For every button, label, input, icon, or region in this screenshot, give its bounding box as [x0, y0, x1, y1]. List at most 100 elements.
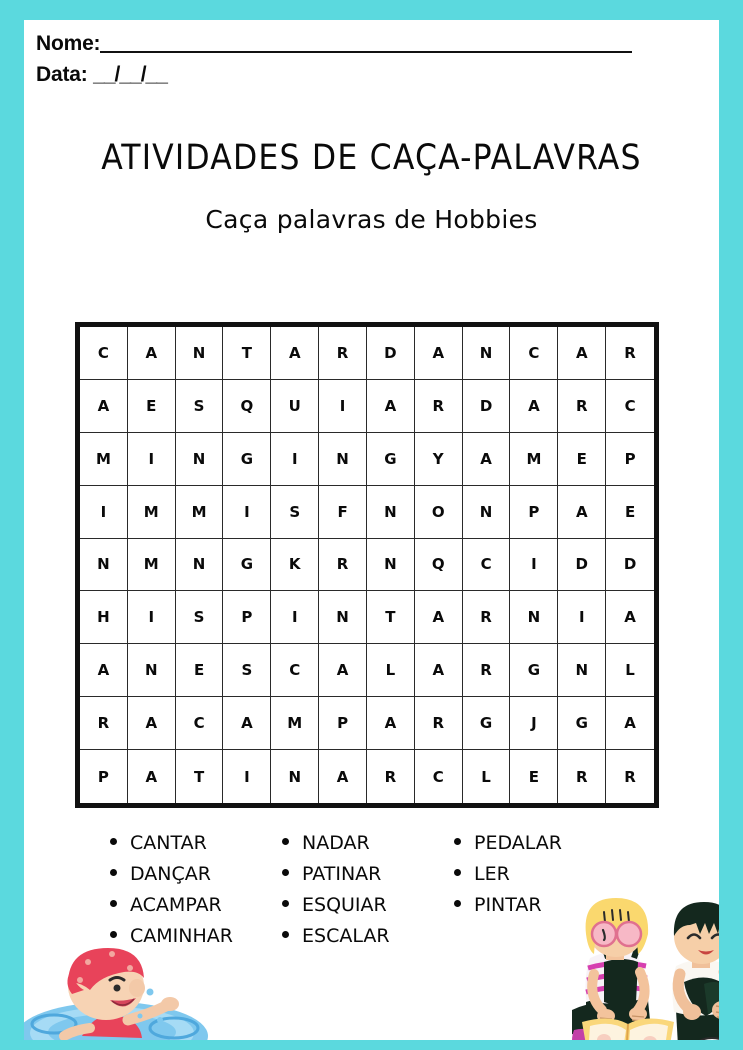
grid-cell-r4-c11[interactable]: A — [558, 485, 607, 539]
grid-cell-r9-c12[interactable]: R — [606, 750, 654, 803]
grid-cell-r1-c3[interactable]: N — [175, 327, 224, 380]
grid-cell-r7-c1[interactable]: A — [80, 644, 128, 698]
grid-cell-r5-c9[interactable]: C — [462, 538, 511, 592]
grid-cell-r8-c7[interactable]: A — [366, 697, 415, 751]
word-list-item[interactable]: ESQUIAR — [282, 894, 454, 925]
word-list-item[interactable]: LER — [454, 863, 626, 894]
grid-cell-r5-c11[interactable]: D — [558, 538, 607, 592]
grid-cell-r1-c11[interactable]: A — [558, 327, 607, 380]
grid-cell-r6-c9[interactable]: R — [462, 591, 511, 645]
grid-cell-r4-c7[interactable]: N — [366, 485, 415, 539]
word-list-item[interactable]: CANTAR — [110, 832, 282, 863]
grid-cell-r2-c8[interactable]: R — [414, 379, 463, 433]
grid-cell-r6-c4[interactable]: P — [223, 591, 272, 645]
grid-cell-r8-c8[interactable]: R — [414, 697, 463, 751]
grid-cell-r5-c1[interactable]: N — [80, 538, 128, 592]
grid-cell-r8-c5[interactable]: M — [271, 697, 320, 751]
grid-cell-r5-c4[interactable]: G — [223, 538, 272, 592]
grid-cell-r8-c2[interactable]: A — [127, 697, 176, 751]
grid-cell-r7-c7[interactable]: L — [366, 644, 415, 698]
grid-cell-r7-c12[interactable]: L — [606, 644, 654, 698]
grid-cell-r9-c7[interactable]: R — [367, 750, 415, 803]
grid-cell-r2-c11[interactable]: R — [558, 379, 607, 433]
grid-cell-r1-c9[interactable]: N — [462, 327, 511, 380]
grid-cell-r2-c7[interactable]: A — [366, 379, 415, 433]
grid-cell-r2-c10[interactable]: A — [510, 379, 559, 433]
grid-cell-r3-c12[interactable]: P — [606, 433, 654, 486]
grid-cell-r1-c10[interactable]: C — [510, 327, 559, 380]
grid-cell-r5-c3[interactable]: N — [175, 538, 224, 592]
grid-cell-r2-c4[interactable]: Q — [223, 379, 272, 433]
grid-cell-r4-c3[interactable]: M — [175, 485, 224, 539]
grid-cell-r6-c3[interactable]: S — [175, 591, 224, 645]
grid-cell-r3-c6[interactable]: N — [319, 432, 367, 486]
grid-cell-r8-c9[interactable]: G — [462, 697, 511, 751]
grid-cell-r8-c11[interactable]: G — [558, 697, 607, 751]
grid-cell-r2-c5[interactable]: U — [271, 379, 320, 433]
grid-cell-r9-c3[interactable]: T — [176, 750, 224, 803]
grid-cell-r3-c8[interactable]: Y — [414, 432, 463, 486]
grid-cell-r6-c5[interactable]: I — [271, 591, 320, 645]
grid-cell-r1-c5[interactable]: A — [271, 327, 320, 380]
grid-cell-r2-c9[interactable]: D — [462, 379, 511, 433]
grid-cell-r2-c12[interactable]: C — [606, 380, 654, 433]
grid-cell-r9-c6[interactable]: A — [319, 750, 367, 803]
date-blank[interactable]: __/__/__ — [93, 63, 168, 87]
word-list-item[interactable]: ESCALAR — [282, 925, 454, 956]
grid-cell-r6-c10[interactable]: N — [510, 591, 559, 645]
grid-cell-r8-c1[interactable]: R — [80, 697, 128, 751]
name-write-line[interactable] — [100, 51, 633, 53]
grid-cell-r4-c4[interactable]: I — [223, 485, 272, 539]
grid-cell-r1-c1[interactable]: C — [80, 327, 128, 380]
grid-cell-r7-c10[interactable]: G — [510, 644, 559, 698]
grid-cell-r9-c9[interactable]: L — [463, 750, 511, 803]
grid-cell-r9-c10[interactable]: E — [510, 750, 559, 803]
grid-cell-r4-c10[interactable]: P — [510, 485, 559, 539]
grid-cell-r4-c1[interactable]: I — [80, 485, 128, 539]
grid-cell-r5-c8[interactable]: Q — [414, 538, 463, 592]
grid-cell-r3-c7[interactable]: G — [366, 432, 415, 486]
grid-cell-r7-c8[interactable]: A — [414, 644, 463, 698]
grid-cell-r5-c2[interactable]: M — [127, 538, 176, 592]
grid-cell-r9-c5[interactable]: N — [271, 750, 320, 803]
grid-cell-r8-c3[interactable]: C — [175, 697, 224, 751]
grid-cell-r6-c11[interactable]: I — [558, 591, 607, 645]
grid-cell-r6-c2[interactable]: I — [127, 591, 176, 645]
grid-cell-r6-c1[interactable]: H — [80, 591, 128, 645]
grid-cell-r1-c6[interactable]: R — [319, 327, 367, 380]
grid-cell-r5-c10[interactable]: I — [510, 538, 559, 592]
grid-cell-r7-c4[interactable]: S — [223, 644, 272, 698]
grid-cell-r4-c9[interactable]: N — [462, 485, 511, 539]
word-list-item[interactable]: ACAMPAR — [110, 894, 282, 925]
word-list-item[interactable]: DANÇAR — [110, 863, 282, 894]
grid-cell-r2-c2[interactable]: E — [127, 379, 176, 433]
grid-cell-r6-c7[interactable]: T — [366, 591, 415, 645]
grid-cell-r6-c12[interactable]: A — [606, 591, 654, 645]
grid-cell-r9-c4[interactable]: I — [223, 750, 272, 803]
word-list-item[interactable]: NADAR — [282, 832, 454, 863]
grid-cell-r3-c2[interactable]: I — [127, 432, 176, 486]
grid-cell-r7-c9[interactable]: R — [462, 644, 511, 698]
grid-cell-r4-c6[interactable]: F — [319, 485, 367, 539]
grid-cell-r2-c6[interactable]: I — [319, 379, 367, 433]
grid-cell-r3-c4[interactable]: G — [223, 432, 272, 486]
grid-cell-r3-c3[interactable]: N — [175, 432, 224, 486]
grid-cell-r2-c1[interactable]: A — [80, 379, 128, 433]
grid-cell-r7-c6[interactable]: A — [319, 644, 367, 698]
grid-cell-r5-c12[interactable]: D — [606, 539, 654, 592]
grid-cell-r9-c2[interactable]: A — [128, 750, 176, 803]
grid-cell-r8-c4[interactable]: A — [223, 697, 272, 751]
grid-cell-r9-c1[interactable]: P — [80, 750, 128, 803]
grid-cell-r8-c10[interactable]: J — [510, 697, 559, 751]
grid-cell-r3-c10[interactable]: M — [510, 432, 559, 486]
grid-cell-r1-c4[interactable]: T — [223, 327, 272, 380]
grid-cell-r9-c8[interactable]: C — [415, 750, 463, 803]
grid-cell-r4-c5[interactable]: S — [271, 485, 320, 539]
grid-cell-r7-c3[interactable]: E — [175, 644, 224, 698]
grid-cell-r2-c3[interactable]: S — [175, 379, 224, 433]
grid-cell-r1-c12[interactable]: R — [606, 327, 654, 380]
grid-cell-r8-c6[interactable]: P — [319, 697, 367, 751]
grid-cell-r8-c12[interactable]: A — [606, 697, 654, 751]
grid-cell-r4-c2[interactable]: M — [127, 485, 176, 539]
word-list-item[interactable]: PATINAR — [282, 863, 454, 894]
